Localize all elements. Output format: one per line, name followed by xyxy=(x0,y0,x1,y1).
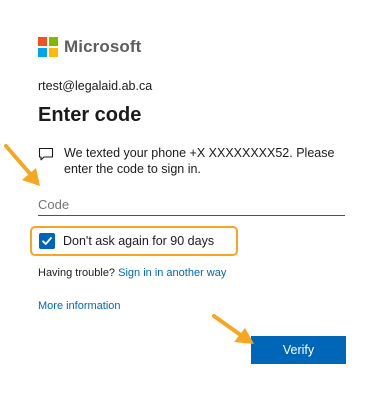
annotation-arrow-icon xyxy=(212,314,254,344)
remember-device-highlight: Don't ask again for 90 days xyxy=(30,226,238,256)
code-input[interactable] xyxy=(38,193,345,216)
message-text: We texted your phone +X XXXXXXXX52. Plea… xyxy=(64,146,335,176)
microsoft-logo: Microsoft xyxy=(38,37,141,57)
user-email: rtest@legalaid.ab.ca xyxy=(38,79,153,93)
annotation-arrow-icon xyxy=(4,144,40,186)
trouble-text: Having trouble? xyxy=(38,267,116,279)
trouble-row: Having trouble? Sign in in another way xyxy=(38,267,226,279)
microsoft-logo-icon xyxy=(38,37,58,57)
sign-in-page: Microsoft rtest@legalaid.ab.ca Enter cod… xyxy=(0,0,384,402)
sign-in-another-way-link[interactable]: Sign in in another way xyxy=(118,267,226,279)
remember-device-checkbox[interactable] xyxy=(39,233,55,249)
remember-device-label: Don't ask again for 90 days xyxy=(63,234,215,248)
page-title: Enter code xyxy=(38,104,142,126)
more-information-link[interactable]: More information xyxy=(38,300,121,312)
verify-button[interactable]: Verify xyxy=(251,336,346,364)
sms-message: We texted your phone +X XXXXXXXX52. Plea… xyxy=(38,145,348,177)
brand-name: Microsoft xyxy=(64,37,142,56)
checkmark-icon xyxy=(42,237,52,245)
